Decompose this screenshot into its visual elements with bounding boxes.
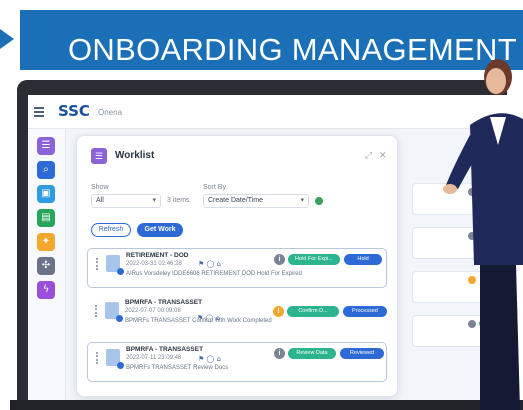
presenter-figure xyxy=(443,59,523,410)
document-icon xyxy=(105,302,123,322)
row-detail: BPMRFs TRANSASSET Review Docs xyxy=(126,365,229,371)
row-step-pill[interactable]: Review Data xyxy=(288,348,336,359)
hamburger-menu-icon[interactable] xyxy=(34,107,44,117)
apps-icon[interactable]: ✣ xyxy=(37,257,55,275)
drag-handle-icon[interactable] xyxy=(96,258,98,270)
row-status-pill[interactable]: Reviewed xyxy=(340,348,384,359)
sort-direction-icon[interactable] xyxy=(315,197,323,205)
info-status-icon: i xyxy=(274,348,285,359)
briefcase-icon[interactable]: ▣ xyxy=(37,185,55,203)
show-select-value: All xyxy=(96,197,104,204)
row-status-pill[interactable]: Hold xyxy=(344,254,382,265)
show-label: Show xyxy=(91,184,109,191)
worklist-icon: ☰ xyxy=(91,148,107,164)
row-action-icons[interactable]: ⚑ ◯ ⌂ xyxy=(198,355,221,363)
row-date: 2022-07-11 23:09:48 xyxy=(126,355,182,361)
row-status-pill[interactable]: Processed xyxy=(343,306,387,317)
worklist-row[interactable]: BPMRFA - TRANSASSET 2022-07-11 23:09:48 … xyxy=(87,342,387,382)
row-action-icons[interactable]: ⚑ ◯ ⌂ xyxy=(197,314,220,322)
refresh-label: Refresh xyxy=(98,226,124,233)
slide: ONBOARDING MANAGEMENT SSC Onena ☰ ⌕ ▣ ▤ … xyxy=(0,0,523,410)
row-action-icons[interactable]: ⚑ ◯ ⌂ xyxy=(198,260,221,268)
get-work-button[interactable]: Get Work xyxy=(137,223,183,237)
drag-handle-icon[interactable] xyxy=(95,305,97,317)
search-icon[interactable]: ⌕ xyxy=(37,161,55,179)
expand-icon[interactable]: ⤢ xyxy=(365,150,372,161)
row-title: BPMRFA - TRANSASSET xyxy=(126,346,204,353)
lightning-icon[interactable]: ϟ xyxy=(37,281,55,299)
info-status-icon: i xyxy=(274,254,285,265)
list-icon[interactable]: ☰ xyxy=(37,137,55,155)
refresh-button[interactable]: Refresh xyxy=(91,223,131,237)
app-subtitle: Onena xyxy=(98,108,123,117)
person-badge-icon[interactable]: ✦ xyxy=(37,233,55,251)
warning-status-icon: ! xyxy=(273,306,284,317)
row-date: 2022-03-31 02:46:28 xyxy=(126,261,182,267)
drag-handle-icon[interactable] xyxy=(96,352,98,364)
chevron-down-icon: ▾ xyxy=(300,197,304,204)
worklist-panel: ☰ Worklist ⤢ ✕ Show All ▾ 3 items Sort B… xyxy=(76,135,398,397)
row-date: 2022-07-07 00:09:08 xyxy=(125,308,181,314)
row-title: RETIREMENT - DOD xyxy=(126,252,189,259)
sort-select-value: Create Date/Time xyxy=(208,197,263,204)
chevron-down-icon: ▾ xyxy=(152,197,156,204)
worklist-row[interactable]: BPMRFA - TRANSASSET 2022-07-07 00:09:08 … xyxy=(87,296,387,336)
row-step-pill[interactable]: Confirm D... xyxy=(287,306,339,317)
row-detail: AIRus Vorsdeley IDDE6606 RETIREMENT DOD … xyxy=(126,271,302,277)
worklist-title: Worklist xyxy=(115,150,155,161)
sort-label: Sort By xyxy=(203,184,226,191)
row-step-pill[interactable]: Hold For Expi... xyxy=(288,254,340,265)
close-icon[interactable]: ✕ xyxy=(379,150,387,161)
get-work-label: Get Work xyxy=(144,226,176,233)
left-nav-rail: ☰ ⌕ ▣ ▤ ✦ ✣ ϟ xyxy=(28,129,66,400)
worklist-row[interactable]: RETIREMENT - DOD 2022-03-31 02:46:28 AIR… xyxy=(87,248,387,288)
app-logo[interactable]: SSC xyxy=(58,102,90,120)
save-icon[interactable]: ▤ xyxy=(37,209,55,227)
items-count: 3 items xyxy=(167,197,190,204)
document-icon xyxy=(106,255,124,275)
document-icon xyxy=(106,349,124,369)
banner-arrow-icon xyxy=(0,29,14,49)
show-select[interactable]: All ▾ xyxy=(91,194,161,208)
row-title: BPMRFA - TRANSASSET xyxy=(125,299,203,306)
sort-select[interactable]: Create Date/Time ▾ xyxy=(203,194,309,208)
